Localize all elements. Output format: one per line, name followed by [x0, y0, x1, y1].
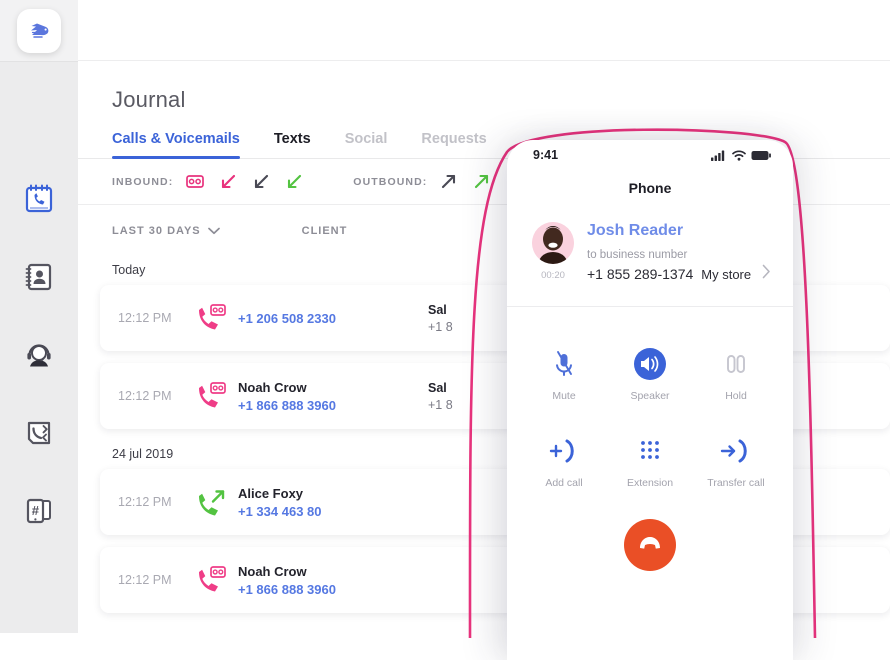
row-number[interactable]: +1 334 463 80: [238, 504, 428, 519]
callee-subtitle: to business number: [587, 249, 688, 261]
callee-name[interactable]: Josh Reader: [587, 222, 775, 240]
end-call-row: [507, 489, 793, 571]
status-clock: 9:41: [533, 148, 559, 162]
voicemail-icon[interactable]: [184, 171, 206, 193]
callee-store-label: My store: [701, 266, 752, 282]
sidebar-item-routing[interactable]: [0, 394, 78, 472]
sidebar-items: #: [0, 62, 78, 550]
row-name: Noah Crow: [238, 563, 307, 579]
row-number[interactable]: +1 206 508 2330: [238, 311, 428, 326]
row-time: 12:12 PM: [118, 389, 172, 403]
outgoing-call-green-icon: [184, 487, 238, 517]
row-contact: Noah Crow +1 866 888 3960: [238, 380, 428, 413]
row-time: 12:12 PM: [118, 311, 172, 325]
hold-label: Hold: [725, 390, 747, 402]
sidebar-header: [0, 0, 78, 62]
page-title: Journal: [112, 87, 186, 112]
row-name: Alice Foxy: [238, 485, 304, 501]
active-call-info: 00:20 Josh Reader to business number +1 …: [507, 196, 793, 284]
inbound-label: INBOUND:: [112, 175, 174, 188]
add-call-label: Add call: [545, 477, 583, 489]
tab-social[interactable]: Social: [345, 131, 388, 158]
mute-icon: [521, 345, 607, 383]
tab-calls-voicemails[interactable]: Calls & Voicemails: [112, 131, 240, 159]
chevron-down-icon: [207, 227, 220, 235]
row-time: 12:12 PM: [118, 573, 172, 587]
call-controls: Mute Speaker Hold Add call Extension Tra…: [507, 307, 793, 489]
call-timer: 00:20: [541, 270, 565, 281]
row-contact: Alice Foxy +1 334 463 80: [238, 486, 428, 519]
add-call-icon: [521, 432, 607, 470]
sidebar-item-numbers[interactable]: #: [0, 472, 78, 550]
date-range-selector[interactable]: LAST 30 DAYS: [112, 225, 220, 237]
battery-icon: [751, 150, 771, 160]
contacts-book-icon: [25, 263, 52, 291]
tab-texts[interactable]: Texts: [274, 131, 311, 158]
hold-icon: [693, 345, 779, 383]
voicemail-call-icon: [184, 565, 238, 595]
outbound-label: OUTBOUND:: [353, 175, 428, 188]
incoming-call-icon[interactable]: [250, 171, 272, 193]
mute-label: Mute: [552, 390, 576, 402]
phone-numbers-icon: #: [26, 498, 51, 524]
callee-info: Josh Reader to business number +1 855 28…: [581, 222, 775, 284]
phone-mockup: 9:41 Phone 00:20 Josh Reader to business…: [507, 140, 793, 660]
callee-number: +1 855 289-1374: [587, 266, 694, 282]
callee-number-row[interactable]: +1 855 289-1374 My store: [587, 264, 775, 284]
incoming-missed-icon[interactable]: [217, 171, 239, 193]
hedgehog-logo-icon: [31, 23, 49, 38]
end-call-icon: [640, 537, 660, 549]
call-routing-icon: [27, 421, 51, 445]
transfer-call-label: Transfer call: [707, 477, 765, 489]
incoming-answered-icon[interactable]: [283, 171, 305, 193]
app-logo[interactable]: [17, 8, 61, 53]
speaker-icon: [607, 345, 693, 383]
sidebar-item-support[interactable]: [0, 316, 78, 394]
transfer-call-icon: [693, 432, 779, 470]
extension-button[interactable]: Extension: [607, 432, 693, 489]
svg-text:#: #: [32, 503, 40, 518]
phone-screen-title: Phone: [628, 180, 672, 196]
extension-icon: [607, 432, 693, 470]
chevron-right-icon: [762, 264, 775, 284]
support-agent-icon: [27, 344, 51, 367]
transfer-call-button[interactable]: Transfer call: [693, 432, 779, 489]
voicemail-call-icon: [184, 303, 238, 333]
voicemail-call-icon: [184, 381, 238, 411]
call-journal-icon: [25, 184, 53, 213]
speaker-button[interactable]: Speaker: [607, 345, 693, 402]
mute-button[interactable]: Mute: [521, 345, 607, 402]
column-header-client: CLIENT: [301, 225, 348, 237]
date-range-label: LAST 30 DAYS: [112, 225, 201, 237]
row-name: Noah Crow: [238, 379, 307, 395]
end-call-button[interactable]: [624, 519, 676, 571]
top-bar: [78, 0, 890, 61]
extension-label: Extension: [626, 477, 674, 489]
status-icons: [711, 149, 771, 161]
signal-bars-icon: [711, 150, 725, 161]
row-contact: +1 206 508 2330: [238, 311, 428, 326]
row-time: 12:12 PM: [118, 495, 172, 509]
avatar: [532, 222, 574, 264]
sidebar-item-journal[interactable]: [0, 160, 78, 238]
speaker-label: Speaker: [630, 390, 670, 402]
phone-status-bar: 9:41: [507, 140, 793, 170]
row-number[interactable]: +1 866 888 3960: [238, 582, 428, 597]
row-number[interactable]: +1 866 888 3960: [238, 398, 428, 413]
sidebar-item-contacts[interactable]: [0, 238, 78, 316]
row-contact: Noah Crow +1 866 888 3960: [238, 564, 428, 597]
wifi-icon: [732, 149, 746, 161]
add-call-button[interactable]: Add call: [521, 432, 607, 489]
sidebar: #: [0, 0, 78, 633]
avatar-column: 00:20: [525, 222, 581, 284]
hold-button[interactable]: Hold: [693, 345, 779, 402]
